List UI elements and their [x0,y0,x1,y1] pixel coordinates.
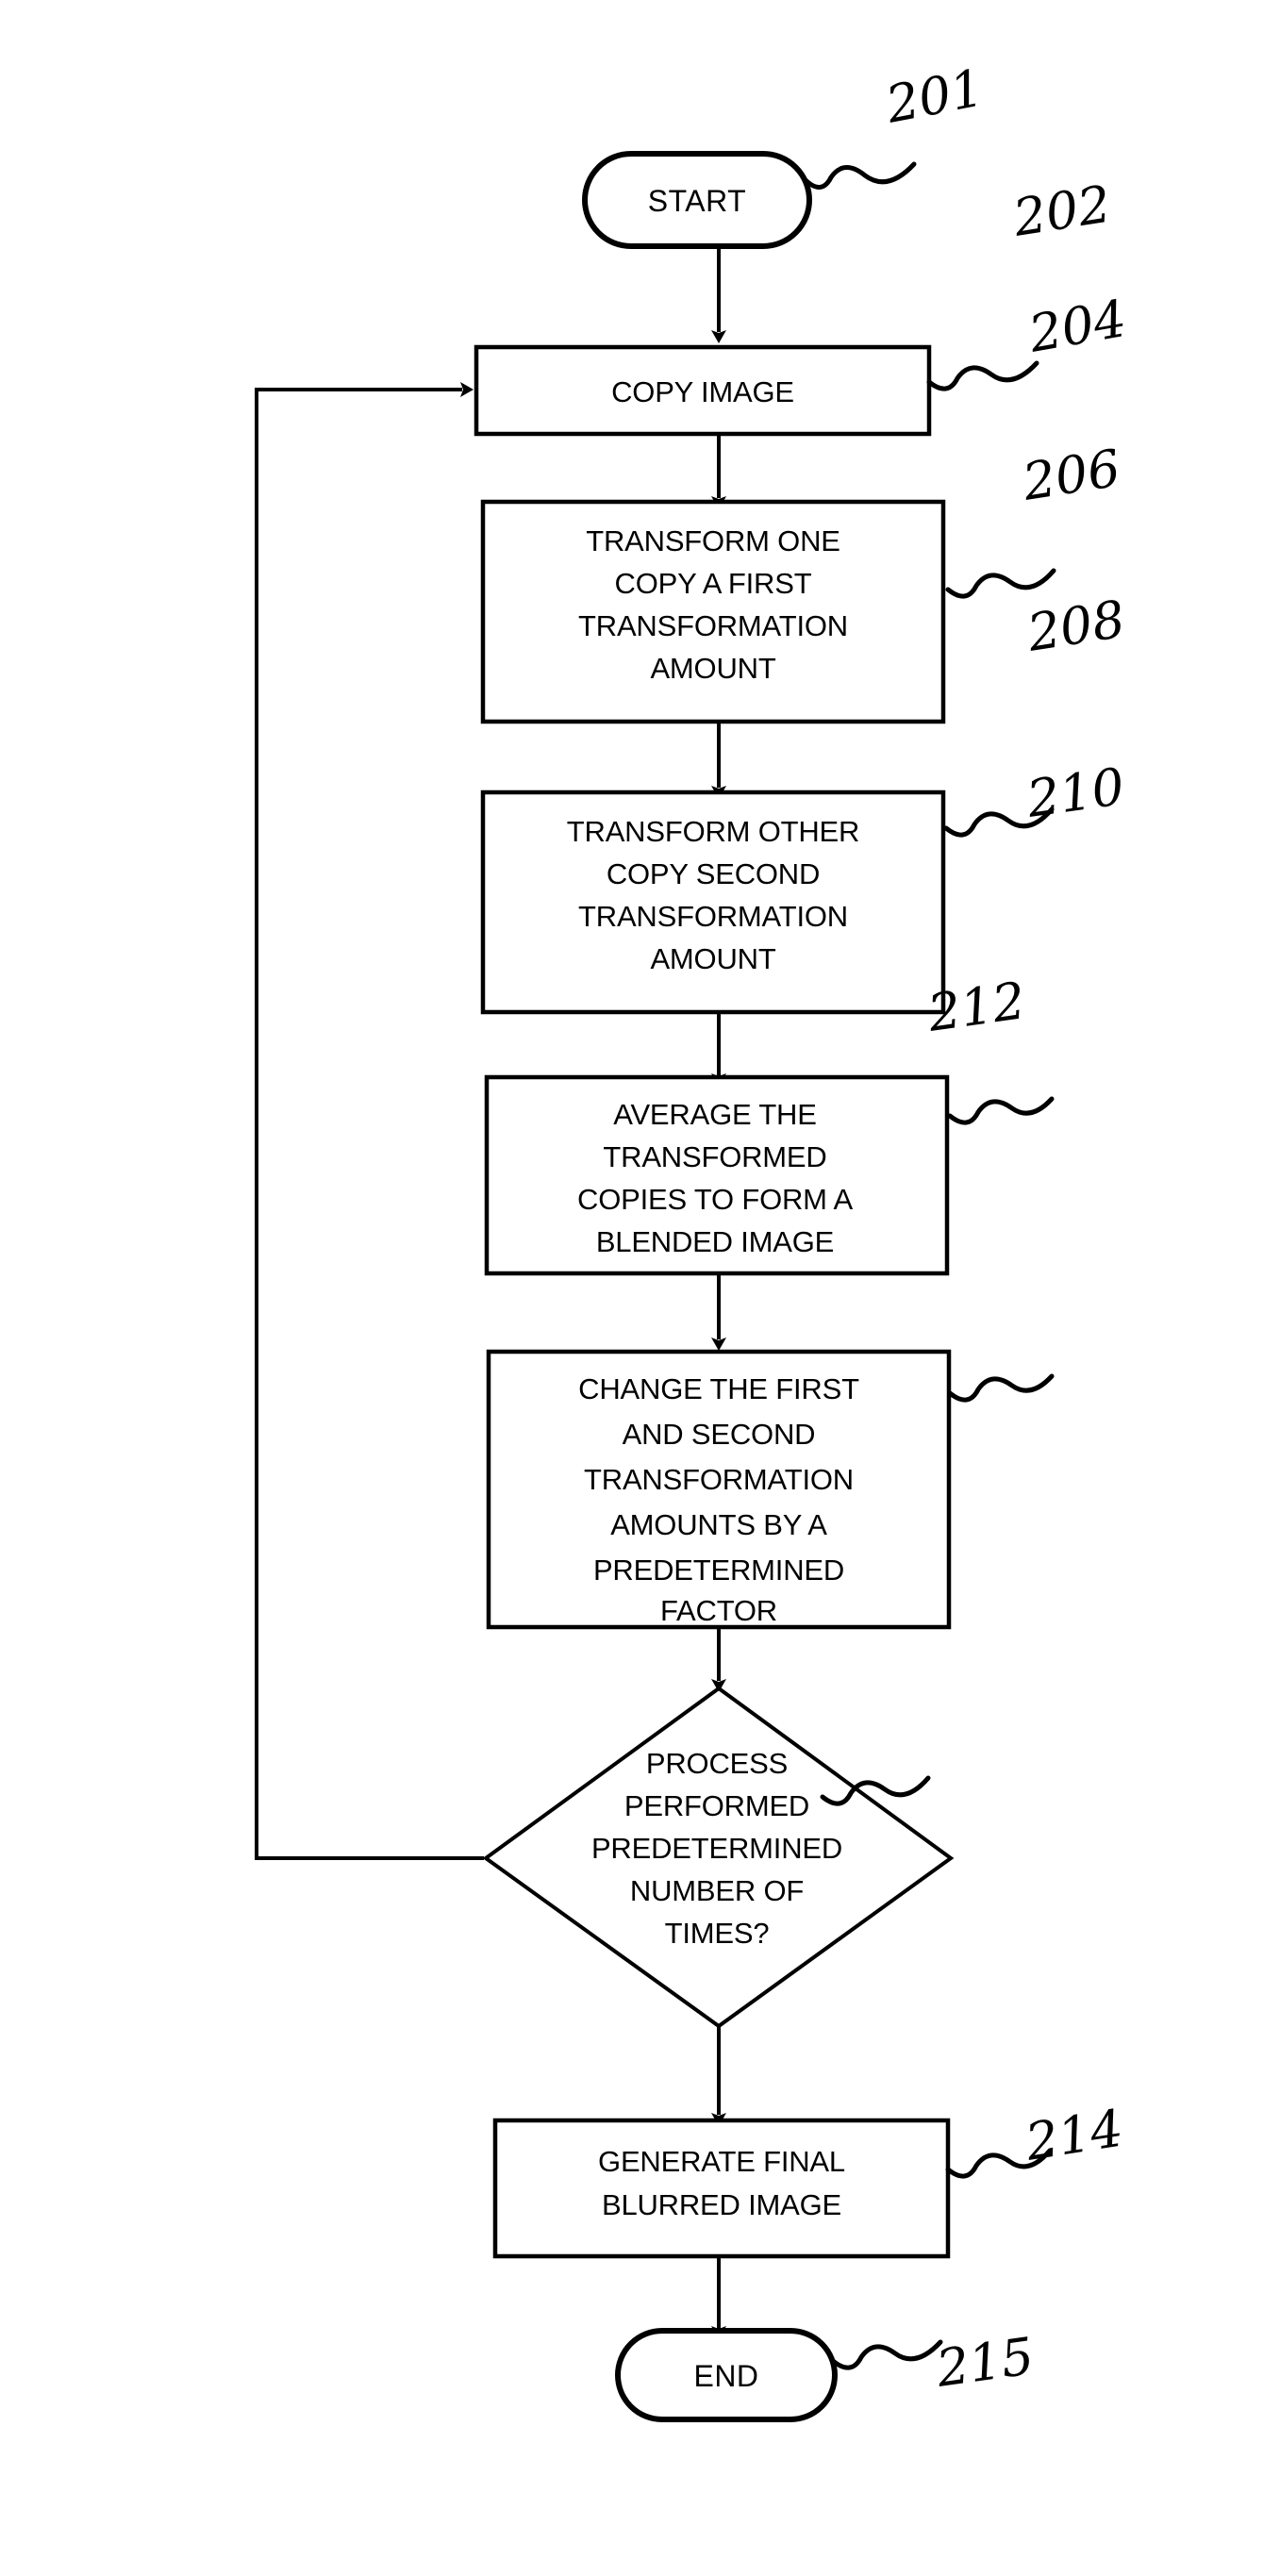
ref-label-206: 206 [1018,438,1124,512]
leader-line-215 [830,2339,943,2370]
node-transform-other[interactable]: TRANSFORM OTHER COPY SECOND TRANSFORMATI… [480,789,946,1015]
average-line-2: COPIES TO FORM A [577,1183,853,1216]
start-label: START [648,184,746,218]
edge-feedback-loop-to-copy-image [255,382,484,1860]
transform-one-line-2: TRANSFORMATION [578,609,848,642]
decision-line-0: PROCESS [646,1747,788,1780]
node-decision[interactable]: PROCESS PERFORMED PREDETERMINED NUMBER O… [482,1686,955,2029]
transform-other-line-2: TRANSFORMATION [578,900,848,933]
copy-image-line-0: COPY IMAGE [611,375,794,408]
end-label: END [693,2359,758,2393]
average-line-0: AVERAGE THE [613,1098,816,1131]
transform-one-line-1: COPY A FIRST [615,567,812,600]
change-amounts-line-2: TRANSFORMATION [584,1463,854,1496]
leader-line-202 [926,360,1039,391]
node-change-amounts[interactable]: CHANGE THE FIRST AND SECOND TRANSFORMATI… [486,1349,952,1630]
change-amounts-line-5: FACTOR [660,1594,777,1627]
change-amounts-line-0: CHANGE THE FIRST [578,1372,859,1405]
decision-line-1: PERFORMED [624,1789,809,1822]
node-average[interactable]: AVERAGE THE TRANSFORMED COPIES TO FORM A… [484,1074,950,1276]
average-line-1: TRANSFORMED [603,1140,826,1173]
node-start[interactable]: START [582,151,812,249]
change-amounts-line-3: AMOUNTS BY A [610,1508,827,1541]
decision-line-2: PREDETERMINED [591,1832,842,1865]
ref-label-214: 214 [1021,2098,1127,2172]
ref-label-201: 201 [880,58,988,135]
leader-line-204 [945,568,1056,599]
transform-other-line-3: AMOUNT [650,942,775,975]
ref-label-204: 204 [1023,289,1130,364]
transform-one-line-3: AMOUNT [650,652,775,685]
node-generate-final[interactable]: GENERATE FINAL BLURRED IMAGE [492,2118,951,2259]
figure-page: START COPY IMAGE TRANSFORM ONE COPY A FI… [0,0,1280,2576]
transform-other-line-0: TRANSFORM OTHER [567,815,859,848]
node-copy-image[interactable]: COPY IMAGE [474,344,932,437]
node-transform-one[interactable]: TRANSFORM ONE COPY A FIRST TRANSFORMATIO… [480,499,946,724]
node-end[interactable]: END [615,2328,838,2422]
leader-line-201 [802,161,917,190]
flowchart-diagram: START COPY IMAGE TRANSFORM ONE COPY A FI… [255,58,1131,2422]
decision-line-4: TIMES? [665,1917,770,1950]
ref-label-212: 212 [923,971,1029,1043]
generate-final-line-1: BLURRED IMAGE [602,2188,841,2221]
ref-label-202: 202 [1008,174,1115,248]
average-line-3: BLENDED IMAGE [596,1225,834,1258]
ref-label-215: 215 [932,2326,1038,2399]
generate-final-line-0: GENERATE FINAL [598,2145,845,2178]
decision-line-3: NUMBER OF [630,1874,804,1907]
ref-label-208: 208 [1022,589,1129,663]
transform-other-line-1: COPY SECOND [607,857,820,890]
leader-line-208 [947,1096,1055,1125]
change-amounts-line-1: AND SECOND [623,1418,816,1451]
ref-label-210: 210 [1022,756,1128,829]
change-amounts-line-4: PREDETERMINED [593,1554,844,1587]
transform-one-line-0: TRANSFORM ONE [586,524,840,557]
leader-line-210 [947,1373,1055,1403]
